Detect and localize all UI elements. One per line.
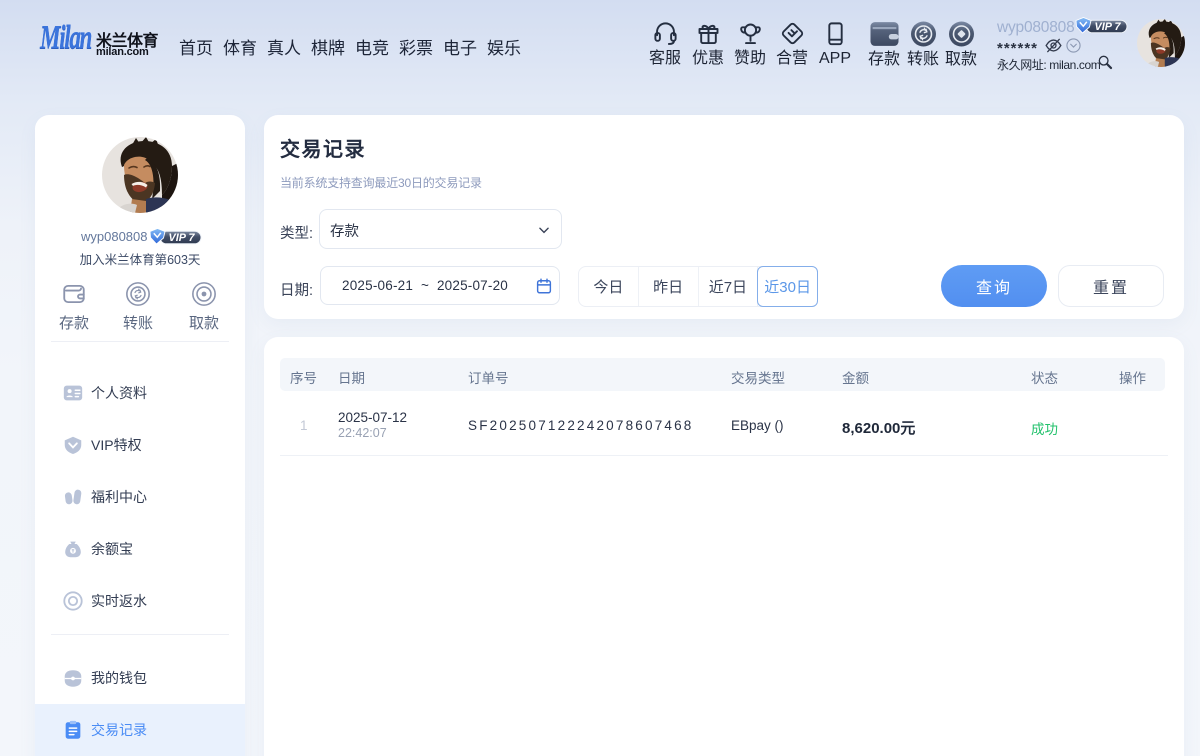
svg-text:VIP 7: VIP 7 [1095, 21, 1122, 33]
svg-text:VIP 7: VIP 7 [169, 232, 196, 244]
